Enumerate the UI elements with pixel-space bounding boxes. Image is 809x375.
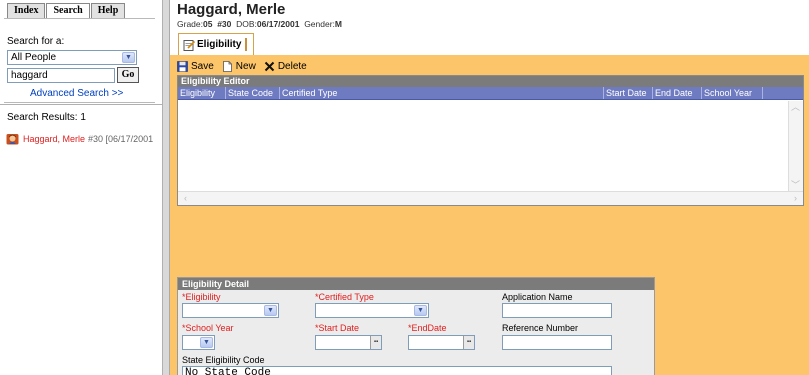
student-icon	[6, 134, 19, 145]
new-document-icon	[222, 60, 232, 72]
school-year-select[interactable]: ▼	[182, 335, 215, 350]
save-button[interactable]: Save	[177, 61, 214, 72]
scroll-right-icon[interactable]: ›	[789, 192, 802, 205]
search-result-item[interactable]: Haggard, Merle #30 [06/17/2001	[6, 133, 153, 145]
detail-title: Eligibility Detail	[178, 278, 654, 290]
people-type-select-value: All People	[11, 52, 57, 63]
result-student-details: #30 [06/17/2001	[88, 134, 154, 144]
certified-type-label: *Certified Type	[315, 292, 374, 302]
people-type-select[interactable]: All People ▼	[7, 50, 137, 65]
certified-type-select[interactable]: ▼	[315, 303, 429, 318]
school-year-label: *School Year	[182, 323, 234, 333]
calendar-icon[interactable]: ▪▪	[370, 336, 381, 349]
editor-column-headers: Eligibility State Code Certified Type St…	[178, 87, 803, 100]
new-button[interactable]: New	[222, 61, 256, 72]
application-name-field[interactable]	[502, 303, 612, 318]
tab-divider	[245, 38, 248, 51]
editor-title: Eligibility Editor	[178, 76, 803, 87]
toolbar: Save New Delete	[177, 59, 315, 73]
search-input[interactable]	[7, 68, 115, 83]
search-panel-tabs: Index Search Help	[7, 3, 126, 18]
save-label: Save	[191, 60, 214, 72]
application-name-label: Application Name	[502, 292, 573, 302]
eligibility-label: *Eligibility	[182, 292, 221, 302]
delete-label: Delete	[277, 60, 307, 72]
student-info-line: Grade:05 #30 DOB:06/17/2001 Gender:M	[177, 19, 342, 29]
panel-splitter[interactable]	[163, 0, 170, 375]
column-header-spacer	[763, 87, 803, 99]
calendar-icon[interactable]: ▪▪	[463, 336, 474, 349]
save-icon	[177, 60, 188, 72]
state-eligibility-code-label: State Eligibility Code	[182, 355, 265, 365]
end-date-label: *EndDate	[408, 323, 447, 333]
tab-search[interactable]: Search	[46, 3, 90, 18]
gender-label: Gender:	[304, 19, 335, 29]
dob-value: 06/17/2001	[256, 19, 300, 29]
scroll-up-icon[interactable]: ︿	[789, 101, 802, 114]
reference-number-field[interactable]	[502, 335, 612, 350]
reference-number-label: Reference Number	[502, 323, 579, 333]
search-panel: Index Search Help Search for a: All Peop…	[0, 0, 163, 375]
column-header-end-date[interactable]: End Date	[653, 87, 702, 99]
dob-label: DOB:	[236, 19, 257, 29]
column-header-eligibility[interactable]: Eligibility	[178, 87, 226, 99]
go-button[interactable]: Go	[117, 67, 139, 83]
end-date-field[interactable]: ▪▪	[408, 335, 475, 350]
chevron-down-icon[interactable]: ▼	[200, 337, 213, 348]
eligibility-editor: Eligibility Editor Eligibility State Cod…	[177, 75, 804, 206]
work-area: Save New Delete Eligibility Editor Eligi…	[170, 55, 809, 375]
eligibility-select[interactable]: ▼	[182, 303, 279, 318]
results-divider	[0, 104, 163, 105]
search-for-label: Search for a:	[7, 36, 65, 47]
column-header-start-date[interactable]: Start Date	[604, 87, 653, 99]
result-student-name[interactable]: Haggard, Merle	[23, 134, 85, 144]
start-date-field[interactable]: ▪▪	[315, 335, 382, 350]
chevron-down-icon[interactable]: ▼	[414, 305, 427, 316]
grade-label: Grade:	[177, 19, 203, 29]
eligibility-detail-panel: Eligibility Detail *Eligibility ▼ *Certi…	[177, 277, 655, 375]
column-header-state-code[interactable]: State Code	[226, 87, 280, 99]
chevron-down-icon[interactable]: ▼	[122, 52, 135, 63]
student-header: Haggard, Merle Grade:05 #30 DOB:06/17/20…	[170, 0, 809, 55]
vertical-scrollbar[interactable]: ︿ ﹀	[788, 101, 803, 192]
chevron-down-icon[interactable]: ▼	[264, 305, 277, 316]
scroll-left-icon[interactable]: ‹	[179, 192, 192, 205]
column-header-certified-type[interactable]: Certified Type	[280, 87, 604, 99]
eligibility-tab-icon	[183, 39, 195, 51]
advanced-search-link[interactable]: Advanced Search >>	[30, 88, 123, 99]
new-label: New	[235, 60, 256, 72]
tab-eligibility[interactable]: Eligibility	[178, 33, 255, 55]
grade-value: 05	[203, 19, 213, 29]
gender-value: M	[334, 19, 342, 29]
state-eligibility-code-field[interactable]: No State Code	[182, 366, 612, 375]
student-id-value: #30	[217, 19, 232, 29]
start-date-label: *Start Date	[315, 323, 360, 333]
delete-button[interactable]: Delete	[264, 61, 307, 72]
tab-eligibility-label: Eligibility	[197, 39, 242, 50]
tab-index[interactable]: Index	[7, 3, 46, 18]
search-results-count: Search Results: 1	[7, 112, 86, 123]
student-name-title: Haggard, Merle	[177, 1, 286, 18]
horizontal-scrollbar[interactable]: ‹ ›	[178, 191, 803, 205]
editor-grid-body[interactable]	[178, 101, 789, 192]
tab-help[interactable]: Help	[90, 3, 126, 18]
column-header-school-year[interactable]: School Year	[702, 87, 763, 99]
delete-x-icon	[264, 61, 275, 71]
